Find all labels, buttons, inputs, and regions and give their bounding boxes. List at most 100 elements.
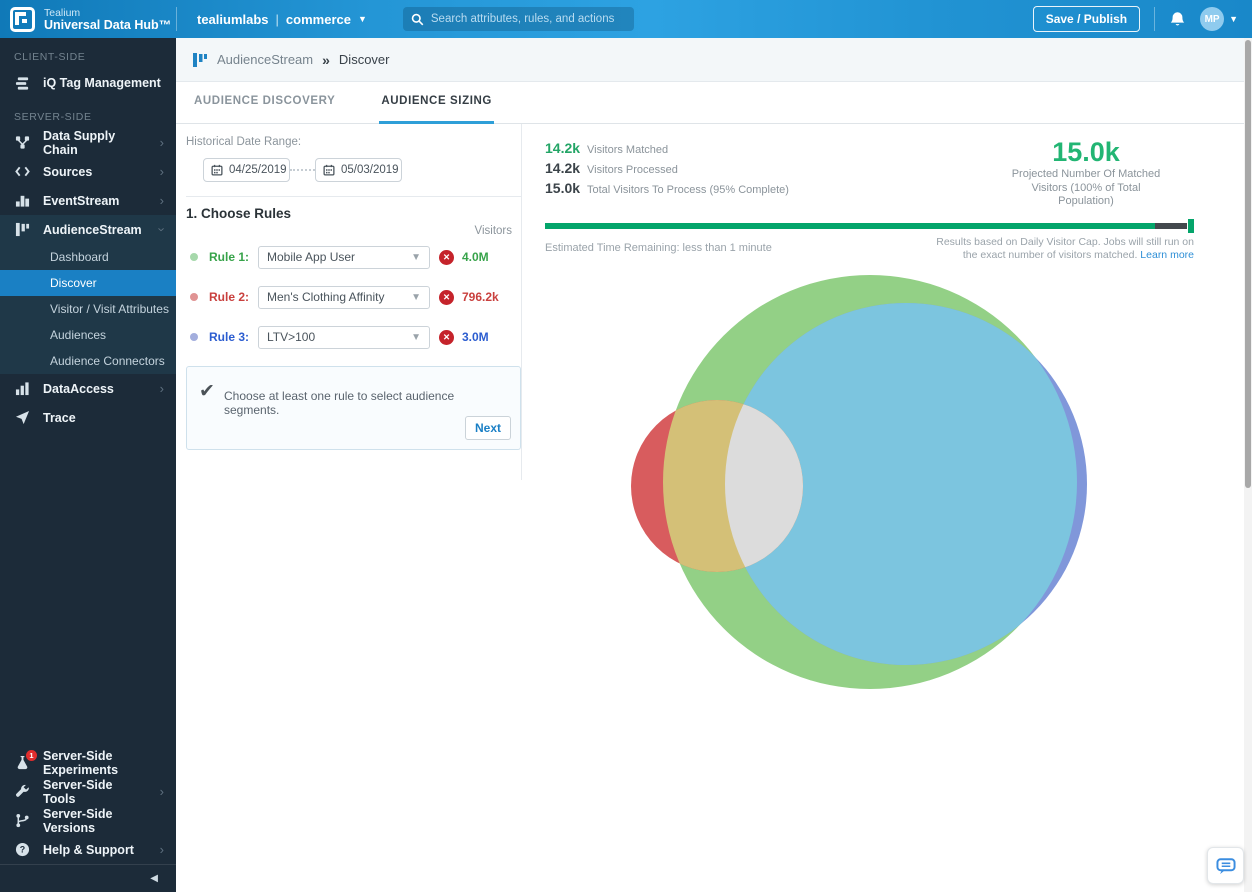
- chevron-right-icon: ›: [160, 135, 164, 150]
- experiments-flask-icon: 1: [14, 755, 31, 770]
- rule-row-1: Rule 1: Mobile App User ▼ ✕ 4.0M: [186, 245, 521, 269]
- sidebar-collapse-button[interactable]: ◀: [0, 864, 176, 892]
- chevron-down-icon: ›: [154, 227, 169, 231]
- rule1-selected-value: Mobile App User: [267, 250, 355, 264]
- chat-bubble-icon: [1215, 856, 1237, 876]
- divider: [186, 196, 521, 197]
- date-start-input[interactable]: 04/25/2019: [203, 158, 290, 182]
- sidebar: CLIENT-SIDE iQ Tag Management SERVER-SID…: [0, 38, 176, 892]
- sidebar-subitem-discover[interactable]: Discover: [0, 270, 176, 296]
- scrollbar-thumb[interactable]: [1245, 40, 1251, 488]
- main-area: AudienceStream » Discover AUDIENCE DISCO…: [176, 38, 1252, 892]
- chevron-down-icon: ▼: [411, 332, 421, 343]
- data-supply-chain-icon: [14, 135, 31, 150]
- tab-audience-sizing[interactable]: AUDIENCE SIZING: [379, 95, 494, 124]
- calendar-icon: [323, 164, 335, 176]
- sizing-results-panel: 14.2k Visitors Matched 14.2k Visitors Pr…: [545, 124, 1194, 892]
- chevron-right-icon: ›: [160, 784, 164, 799]
- tab-audience-discovery[interactable]: AUDIENCE DISCOVERY: [192, 95, 337, 124]
- experiments-badge: 1: [26, 750, 37, 761]
- date-range: 04/25/2019 05/03/2019: [203, 158, 402, 182]
- brand: Tealium Universal Data Hub™: [0, 0, 176, 38]
- rule2-select[interactable]: Men's Clothing Affinity ▼: [258, 286, 430, 309]
- date-range-label: Historical Date Range:: [186, 136, 301, 148]
- iq-tag-management-icon: [14, 76, 31, 91]
- sidebar-item-label: Server-Side Experiments: [43, 749, 164, 777]
- sidebar-subitem-dashboard[interactable]: Dashboard: [0, 244, 176, 270]
- audiencestream-group: AudienceStream › Dashboard Discover Visi…: [0, 215, 176, 374]
- sidebar-item-server-side-tools[interactable]: Server-Side Tools ›: [0, 777, 176, 806]
- top-bar: Tealium Universal Data Hub™ tealiumlabs …: [0, 0, 1252, 38]
- global-search[interactable]: [403, 7, 634, 31]
- breadcrumb-separator-icon: »: [322, 52, 330, 68]
- svg-text:?: ?: [20, 845, 25, 855]
- sidebar-subitem-visitor-visit-attributes[interactable]: Visitor / Visit Attributes: [0, 296, 176, 322]
- profile-name: commerce: [286, 12, 351, 27]
- server-side-section-label: SERVER-SIDE: [0, 106, 176, 128]
- rule-row-3: Rule 3: LTV>100 ▼ ✕ 3.0M: [186, 325, 521, 349]
- rule1-label: Rule 1:: [209, 250, 249, 264]
- chevron-right-icon: ›: [160, 381, 164, 396]
- chevron-right-icon: ›: [160, 164, 164, 179]
- next-button[interactable]: Next: [465, 416, 511, 440]
- sidebar-item-server-side-versions[interactable]: Server-Side Versions: [0, 806, 176, 835]
- rule1-select[interactable]: Mobile App User ▼: [258, 246, 430, 269]
- sidebar-item-trace[interactable]: Trace: [0, 403, 176, 432]
- sidebar-item-label: Sources: [43, 165, 92, 179]
- sidebar-item-dataaccess[interactable]: DataAccess ›: [0, 374, 176, 403]
- sidebar-item-label: DataAccess: [43, 382, 114, 396]
- sidebar-item-label: Server-Side Tools: [43, 778, 148, 806]
- sidebar-item-help-support[interactable]: ? Help & Support ›: [0, 835, 176, 864]
- chevron-right-icon: ›: [160, 842, 164, 857]
- rule1-visitors: 4.0M: [462, 250, 489, 264]
- rule1-remove-button[interactable]: ✕: [439, 250, 454, 265]
- sidebar-item-label: Trace: [43, 411, 76, 425]
- rule3-remove-button[interactable]: ✕: [439, 330, 454, 345]
- tealium-logo-icon: [10, 7, 35, 32]
- versions-branch-icon: [14, 813, 31, 828]
- breadcrumb-parent[interactable]: AudienceStream: [217, 52, 313, 67]
- date-end-value: 05/03/2019: [341, 164, 399, 176]
- date-start-value: 04/25/2019: [229, 164, 287, 176]
- user-menu[interactable]: MP ▼: [1200, 7, 1238, 31]
- sidebar-item-sources[interactable]: Sources ›: [0, 157, 176, 186]
- rule3-select[interactable]: LTV>100 ▼: [258, 326, 430, 349]
- rule2-remove-button[interactable]: ✕: [439, 290, 454, 305]
- sidebar-item-label: iQ Tag Management: [43, 76, 161, 90]
- sidebar-subitem-audience-connectors[interactable]: Audience Connectors: [0, 348, 176, 374]
- dataaccess-icon: [14, 381, 31, 396]
- chevron-down-icon: ▼: [1229, 15, 1238, 24]
- breadcrumb-current: Discover: [339, 52, 390, 67]
- notice-box: ✔ Choose at least one rule to select aud…: [186, 366, 521, 450]
- sidebar-item-label: Server-Side Versions: [43, 807, 164, 835]
- sidebar-item-data-supply-chain[interactable]: Data Supply Chain ›: [0, 128, 176, 157]
- notifications-bell-icon[interactable]: [1169, 11, 1186, 28]
- sidebar-item-label: AudienceStream: [43, 223, 142, 237]
- save-publish-button[interactable]: Save / Publish: [1033, 6, 1140, 32]
- visitors-column-header: Visitors: [452, 225, 512, 237]
- trace-paper-plane-icon: [14, 410, 31, 425]
- avatar: MP: [1200, 7, 1224, 31]
- breadcrumb: AudienceStream » Discover: [176, 38, 1252, 82]
- chevron-down-icon: ▼: [411, 292, 421, 303]
- sidebar-item-iq-tag-management[interactable]: iQ Tag Management: [0, 68, 176, 98]
- brand-text: Tealium Universal Data Hub™: [44, 7, 171, 31]
- help-icon: ?: [14, 842, 31, 857]
- chevron-right-icon: ›: [160, 193, 164, 208]
- search-input[interactable]: [431, 13, 626, 25]
- client-side-section-label: CLIENT-SIDE: [0, 46, 176, 68]
- sidebar-subitem-audiences[interactable]: Audiences: [0, 322, 176, 348]
- chevron-down-icon: ▼: [358, 15, 367, 24]
- sidebar-item-eventstream[interactable]: EventStream ›: [0, 186, 176, 215]
- chat-support-button[interactable]: [1207, 847, 1244, 884]
- rule2-visitors: 796.2k: [462, 290, 499, 304]
- account-switcher[interactable]: tealiumlabs | commerce ▼: [197, 12, 367, 27]
- sidebar-item-audiencestream[interactable]: AudienceStream ›: [0, 215, 176, 244]
- audiencestream-icon: [192, 52, 208, 68]
- sidebar-item-server-side-experiments[interactable]: 1 Server-Side Experiments: [0, 748, 176, 777]
- date-end-input[interactable]: 05/03/2019: [315, 158, 402, 182]
- eventstream-icon: [14, 193, 31, 208]
- rule1-dot: [190, 253, 198, 261]
- vertical-divider: [521, 124, 522, 480]
- sidebar-item-label: Help & Support: [43, 843, 134, 857]
